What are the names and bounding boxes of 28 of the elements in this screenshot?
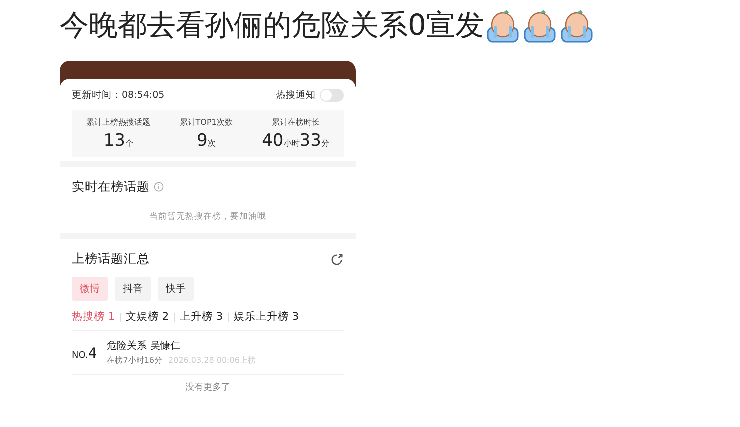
update-time: 更新时间：08:54:05 — [72, 88, 165, 102]
crying-emoji-icon — [485, 8, 522, 44]
platform-tab[interactable]: 快手 — [158, 277, 194, 301]
empty-message: 当前暂无热搜在榜，要加油哦 — [148, 211, 268, 224]
board-tab[interactable]: 文娱榜 2 — [126, 310, 170, 324]
post-text: 今晚都去看孙俪的危险关系0宣发 — [60, 7, 484, 44]
notify-label: 热搜通知 — [276, 88, 316, 102]
duration-text: 在榜7小时16分 — [107, 355, 163, 366]
crying-emoji-icon — [559, 8, 596, 44]
stat-label: 累计上榜热搜话题 — [86, 117, 151, 128]
stat-label: 累计在榜时长 — [272, 117, 320, 128]
section-title: 实时在榜话题 — [72, 178, 150, 196]
crying-emoji-icon — [522, 8, 558, 44]
stat-value: 13个 — [104, 131, 134, 151]
stat-value: 40小时33分 — [262, 131, 330, 151]
end-message: 没有更多了 — [184, 382, 232, 394]
section-title: 上榜话题汇总 — [72, 250, 150, 268]
platform-tab[interactable]: 抖音 — [115, 277, 151, 301]
stat-value: 9次 — [196, 131, 216, 151]
stat-label: 累计TOP1次数 — [180, 117, 233, 128]
topic-title[interactable]: 危险关系 吴慷仁 — [107, 339, 256, 353]
board-tab[interactable]: 上升榜 3 — [180, 310, 224, 324]
board-tab[interactable]: 娱乐上升榜 3 — [234, 310, 300, 324]
share-icon[interactable] — [331, 252, 344, 266]
info-icon[interactable] — [154, 182, 164, 192]
notify-toggle[interactable] — [320, 88, 344, 102]
rank-number: NO.4 — [72, 345, 98, 362]
board-tab[interactable]: 热搜榜 1 — [72, 310, 116, 324]
